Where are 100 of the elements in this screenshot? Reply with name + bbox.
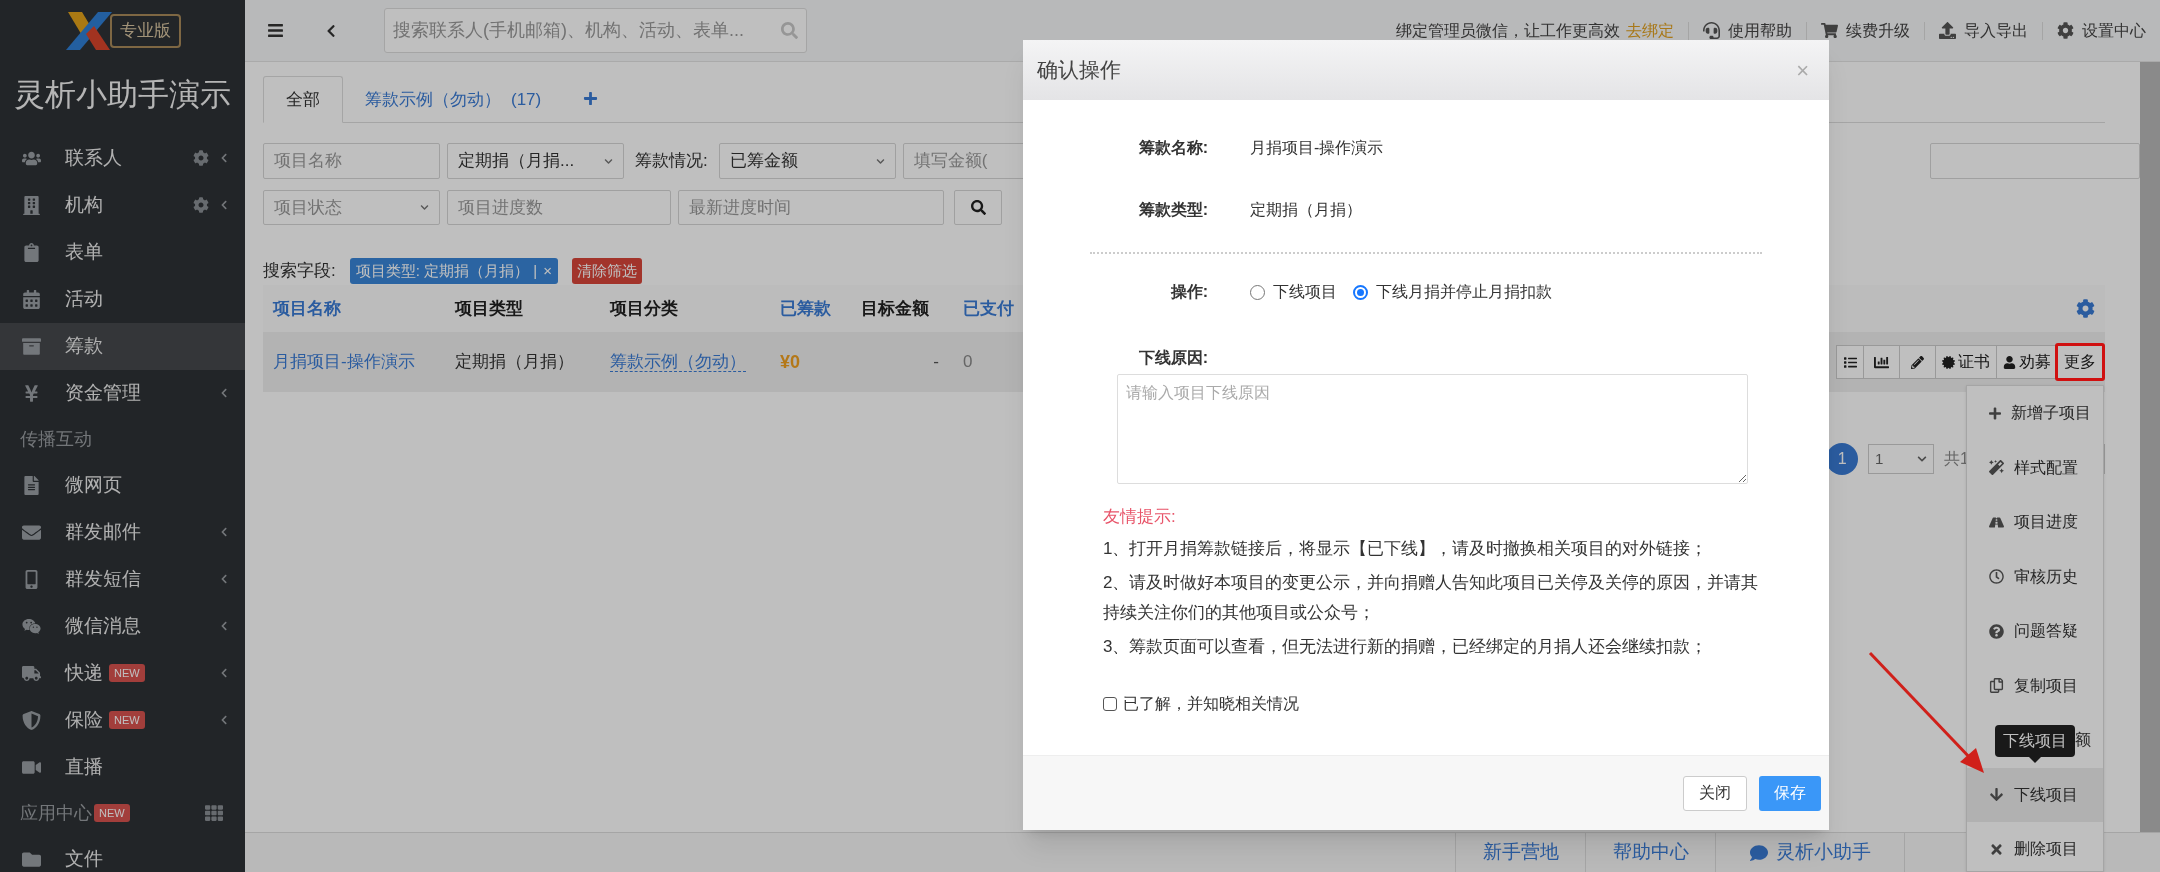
section-heading: 应用中心 bbox=[20, 801, 92, 825]
sidebar-item[interactable]: 直播 bbox=[0, 743, 245, 791]
sidebar-item[interactable]: 文件 bbox=[0, 835, 245, 872]
column-header: 项目类型 bbox=[455, 298, 523, 318]
close-dialog-button[interactable]: 关闭 bbox=[1683, 775, 1747, 811]
clock-icon bbox=[1989, 569, 2004, 585]
menu-item[interactable]: 项目进度 bbox=[1967, 495, 2103, 550]
chat-icon bbox=[1749, 843, 1768, 862]
chat-bubbles-icon bbox=[22, 616, 41, 636]
search-button[interactable] bbox=[954, 190, 1002, 225]
truck-icon bbox=[22, 663, 41, 683]
radio-option[interactable]: 下线项目 bbox=[1250, 280, 1337, 304]
sidebar-item[interactable]: 快递 NEW bbox=[0, 649, 245, 697]
caret-icon bbox=[420, 203, 429, 212]
sidebar-item[interactable]: 微信消息 bbox=[0, 602, 245, 650]
table-cell: 定期捐（月捐） bbox=[455, 352, 574, 372]
sidebar-item[interactable]: 联系人 bbox=[0, 134, 245, 182]
settings-icon[interactable] bbox=[2076, 299, 2095, 318]
edition-badge: 专业版 bbox=[110, 14, 181, 48]
radio-icon[interactable] bbox=[1353, 284, 1368, 300]
document-icon bbox=[22, 475, 41, 495]
close-icon bbox=[1989, 841, 2004, 857]
menu-icon[interactable] bbox=[267, 22, 284, 39]
settings-icon bbox=[2057, 22, 2074, 39]
menu-item[interactable]: 复制项目 bbox=[1967, 658, 2103, 713]
list-button[interactable] bbox=[1836, 345, 1864, 379]
table-cell-text: - bbox=[932, 351, 940, 374]
radio-option[interactable]: 下线月捐并停止月捐扣款 bbox=[1353, 280, 1552, 304]
cart-icon bbox=[1821, 22, 1838, 39]
chevron-left-icon[interactable] bbox=[219, 668, 229, 678]
column-header[interactable]: 已支付 bbox=[963, 298, 1014, 318]
tab[interactable]: 筹款示例（勿动） (17) bbox=[343, 76, 564, 123]
field-label: 下线原因: bbox=[1137, 348, 1208, 368]
dialog-title: 确认操作 bbox=[1037, 57, 1121, 84]
tab[interactable]: 全部 bbox=[263, 76, 343, 123]
column-header[interactable]: 已筹款 bbox=[780, 298, 831, 318]
toolbar-link[interactable]: 导入导出 bbox=[1939, 18, 2028, 43]
row-action-button[interactable]: 证书 bbox=[1936, 345, 1997, 379]
remove-tag-button[interactable]: × bbox=[543, 259, 552, 283]
new-badge: NEW bbox=[94, 804, 130, 822]
sidebar-item[interactable]: 群发短信 bbox=[0, 555, 245, 603]
magic-wand-icon bbox=[1989, 460, 2004, 476]
clipboard-icon bbox=[22, 242, 41, 262]
acknowledge-checkbox[interactable]: 已了解，并知晓相关情况 bbox=[1103, 691, 1768, 716]
copy-icon bbox=[1989, 678, 2004, 694]
scrollbar[interactable] bbox=[2140, 62, 2160, 832]
grid-icon[interactable] bbox=[205, 804, 223, 822]
row-action-button[interactable]: 更多 bbox=[2058, 345, 2103, 379]
toolbar-link[interactable]: 使用帮助 bbox=[1703, 18, 1792, 43]
toolbar-link[interactable]: 续费升级 bbox=[1821, 18, 1910, 43]
plus-icon bbox=[1989, 405, 2001, 421]
menu-item[interactable]: 问题答疑 bbox=[1967, 604, 2103, 659]
sidebar-item[interactable]: 微网页 bbox=[0, 461, 245, 509]
search-icon bbox=[970, 200, 986, 215]
settings-icon[interactable] bbox=[193, 197, 209, 213]
chevron-left-icon[interactable] bbox=[219, 621, 229, 631]
filter-select[interactable]: 已筹金额 bbox=[718, 143, 896, 179]
page-select[interactable]: 1 bbox=[1868, 444, 1935, 474]
clear-filter-button[interactable]: 清除筛选 bbox=[571, 258, 642, 284]
sidebar-item[interactable]: 机构 bbox=[0, 181, 245, 229]
sidebar-item[interactable]: 筹款 bbox=[0, 322, 245, 370]
add-tab-icon[interactable] bbox=[583, 91, 599, 106]
toolbar-link[interactable]: 设置中心 bbox=[2057, 18, 2146, 43]
tip-text: 1、打开月捐筹款链接后，将显示【已下线】，请及时撤换相关项目的对外链接； bbox=[1103, 537, 1709, 560]
settings-icon[interactable] bbox=[193, 150, 209, 166]
new-badge: NEW bbox=[109, 664, 145, 682]
column-header[interactable]: 项目名称 bbox=[273, 298, 341, 318]
sidebar-item[interactable]: 表单 bbox=[0, 228, 245, 276]
filter-select[interactable]: 定期捐（月捐... bbox=[447, 143, 624, 179]
chevron-left-icon[interactable] bbox=[219, 715, 229, 725]
menu-item[interactable]: 下线项目 bbox=[1967, 767, 2103, 822]
chart-button[interactable] bbox=[1864, 345, 1900, 379]
edit-button[interactable] bbox=[1900, 345, 1936, 379]
envelope-icon bbox=[22, 522, 41, 542]
filter-tag-text: 项目类型: 定期捐（月捐） | bbox=[355, 260, 538, 281]
pencil-icon bbox=[1911, 355, 1924, 369]
menu-item[interactable]: 样式配置 bbox=[1967, 440, 2103, 495]
checkbox-icon[interactable] bbox=[1103, 696, 1117, 711]
menu-item[interactable]: 删除项目 bbox=[1967, 822, 2103, 871]
chevron-left-icon[interactable] bbox=[219, 200, 229, 210]
menu-item[interactable]: 额 bbox=[2075, 728, 2091, 753]
app-title: 灵析小助手演示 bbox=[13, 76, 232, 114]
question-icon bbox=[1989, 623, 2004, 639]
chevron-left-icon[interactable] bbox=[219, 574, 229, 584]
menu-item[interactable]: 新增子项目 bbox=[1967, 386, 2103, 441]
reason-field[interactable]: 请输入项目下线原因 bbox=[1117, 374, 1748, 484]
caret-icon bbox=[1917, 454, 1928, 464]
sidebar-item[interactable]: 群发邮件 bbox=[0, 508, 245, 556]
rosette-icon bbox=[1942, 355, 1955, 369]
new-badge: NEW bbox=[109, 711, 145, 729]
sidebar-item[interactable]: 保险 NEW bbox=[0, 696, 245, 744]
chevron-left-icon[interactable] bbox=[219, 153, 229, 163]
chevron-left-icon[interactable] bbox=[219, 527, 229, 537]
chevron-left-icon[interactable] bbox=[219, 388, 229, 398]
row-action-button[interactable]: 劝募 bbox=[1997, 345, 2058, 379]
section-heading: 传播互动 bbox=[20, 427, 92, 451]
menu-item[interactable]: 审核历史 bbox=[1967, 549, 2103, 604]
tip-text: 3、筹款页面可以查看，但无法进行新的捐赠，已经绑定的月捐人还会继续扣款； bbox=[1103, 635, 1709, 658]
filter-input[interactable] bbox=[1929, 143, 2140, 179]
sidebar-item[interactable]: 活动 bbox=[0, 275, 245, 323]
